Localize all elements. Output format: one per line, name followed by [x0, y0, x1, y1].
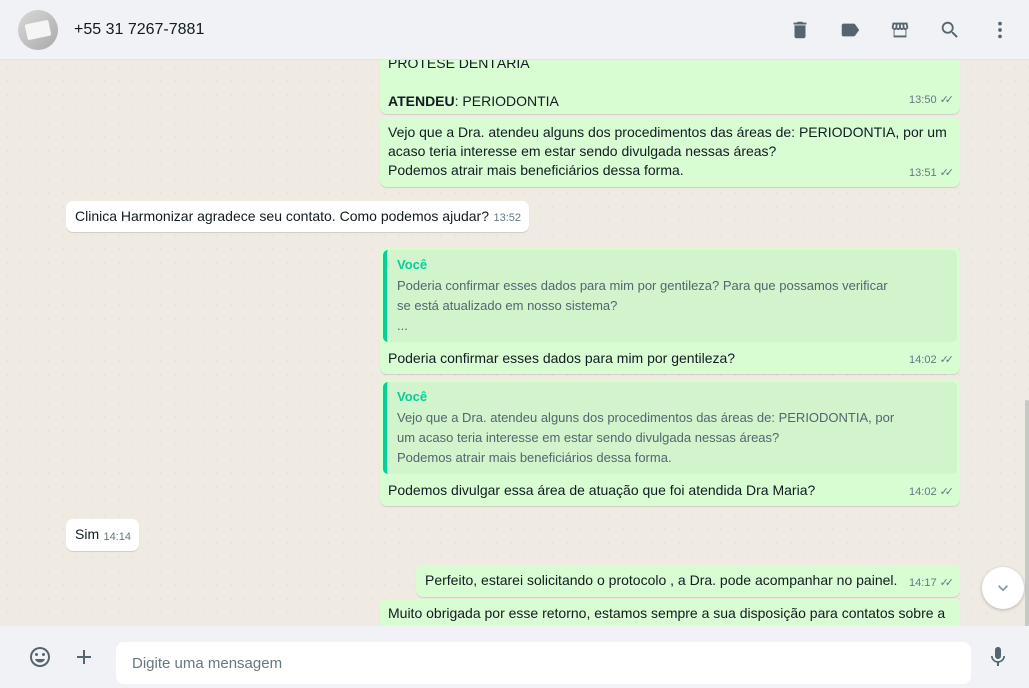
outgoing-message[interactable]: PRÓTESE DENTÁRIA ATENDEU: PERIODONTIA 13…	[380, 60, 960, 114]
label-icon[interactable]	[835, 15, 865, 45]
quoted-message[interactable]: Você Vejo que a Dra. atendeu alguns dos …	[383, 382, 957, 474]
chat-scrollbar[interactable]	[1025, 400, 1029, 626]
message-text: Sim	[75, 526, 100, 542]
quote-author: Você	[397, 257, 428, 272]
quoted-message[interactable]: Você Poderia confirmar esses dados para …	[383, 250, 957, 342]
message-composer	[0, 626, 1029, 688]
message-text: PRÓTESE DENTÁRIA	[388, 60, 530, 71]
time-text: 13:50	[909, 94, 937, 106]
message-text: Vejo que a Dra. atendeu alguns dos proce…	[388, 124, 947, 140]
outgoing-message[interactable]: Você Vejo que a Dra. atendeu alguns dos …	[380, 379, 960, 506]
outgoing-message[interactable]: Muito obrigada por esse retorno, estamos…	[380, 599, 960, 626]
outgoing-message[interactable]: Perfeito, estarei solicitando o protocol…	[416, 565, 960, 597]
menu-icon[interactable]	[985, 15, 1015, 45]
header-actions	[785, 15, 1015, 45]
quote-text: se está atualizado em nosso sistema?	[397, 298, 618, 313]
message-time: 14:02 ✓✓	[909, 483, 955, 502]
shop-icon[interactable]	[885, 15, 915, 45]
message-time: 14:17 ✓✓	[909, 574, 955, 593]
attach-plus-icon[interactable]	[71, 644, 97, 670]
outgoing-message[interactable]: Você Poderia confirmar esses dados para …	[380, 247, 960, 374]
message-text: Clinica Harmonizar agradece seu contato.…	[75, 208, 489, 224]
quote-text: Vejo que a Dra. atendeu alguns dos proce…	[397, 410, 895, 425]
time-text: 13:52	[493, 212, 521, 224]
outgoing-message[interactable]: Vejo que a Dra. atendeu alguns dos proce…	[380, 117, 960, 187]
double-check-icon: ✓✓	[939, 167, 955, 179]
message-time: 13:51 ✓✓	[909, 164, 955, 183]
message-label-value: : PERIODONTIA	[454, 93, 559, 109]
double-check-icon: ✓✓	[939, 486, 955, 498]
emoji-icon[interactable]	[27, 644, 53, 670]
time-text: 14:14	[103, 531, 131, 543]
quote-text: ...	[397, 318, 408, 333]
chat-header: +55 31 7267-7881	[0, 0, 1029, 60]
message-text: Perfeito, estarei solicitando o protocol…	[425, 572, 898, 588]
message-time: 14:02 ✓✓	[909, 351, 955, 370]
incoming-message[interactable]: Clinica Harmonizar agradece seu contato.…	[66, 201, 529, 232]
conversation-panel[interactable]: PRÓTESE DENTÁRIA ATENDEU: PERIODONTIA 13…	[0, 60, 1029, 626]
quote-text: Podemos atrair mais beneficiários dessa …	[397, 450, 672, 465]
double-check-icon: ✓✓	[939, 354, 955, 366]
delete-icon[interactable]	[785, 15, 815, 45]
search-icon[interactable]	[935, 15, 965, 45]
double-check-icon: ✓✓	[939, 577, 955, 589]
chevron-down-icon	[998, 585, 1008, 592]
message-time: 13:50 ✓✓	[909, 91, 955, 110]
microphone-icon[interactable]	[985, 644, 1011, 670]
message-input[interactable]	[116, 642, 971, 684]
time-text: 14:02	[909, 486, 937, 498]
message-text: Muito obrigada por esse retorno, estamos…	[388, 605, 946, 621]
scroll-to-bottom-button[interactable]	[982, 567, 1024, 609]
message-text: acaso teria interesse em estar sendo div…	[388, 143, 777, 159]
message-text: Podemos atrair mais beneficiários dessa …	[388, 162, 684, 178]
message-text: Podemos divulgar essa área de atuação qu…	[388, 482, 816, 498]
incoming-message[interactable]: Sim 14:14	[66, 519, 139, 551]
quote-text: Poderia confirmar esses dados para mim p…	[397, 278, 888, 293]
message-text: ATENDEU: PERIODONTIA	[388, 92, 952, 111]
time-text: 14:17	[909, 577, 937, 589]
contact-name[interactable]: +55 31 7267-7881	[74, 21, 204, 39]
message-time: 14:14	[103, 528, 131, 547]
time-text: 13:51	[909, 167, 937, 179]
double-check-icon: ✓✓	[939, 94, 955, 106]
message-time: 13:52	[493, 209, 521, 228]
avatar[interactable]	[18, 10, 58, 50]
quote-text: um acaso teria interesse em estar sendo …	[397, 430, 780, 445]
quote-author: Você	[397, 389, 428, 404]
time-text: 14:02	[909, 354, 937, 366]
message-text: Poderia confirmar esses dados para mim p…	[388, 350, 736, 366]
message-label: ATENDEU	[388, 93, 455, 109]
